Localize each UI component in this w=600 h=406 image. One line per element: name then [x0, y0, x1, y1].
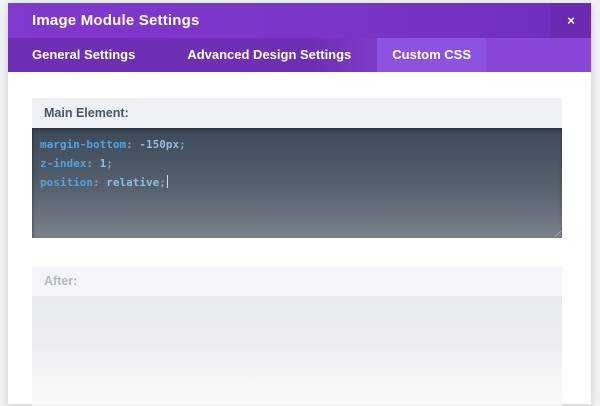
- tab-custom-css[interactable]: Custom CSS: [377, 38, 487, 72]
- after-option: After:: [32, 266, 562, 406]
- text-cursor: [166, 175, 168, 188]
- page-background: Image Module Settings × General Settings…: [0, 0, 600, 406]
- resize-handle-icon[interactable]: [552, 228, 561, 237]
- main-element-label: Main Element:: [32, 98, 562, 128]
- main-element-css-input[interactable]: margin-bottom: -150px; z-index: 1; positio…: [32, 128, 562, 238]
- tab-advanced-design-settings[interactable]: Advanced Design Settings: [161, 38, 377, 72]
- modal-content: Main Element: margin-bottom: -150px; z-in…: [8, 72, 591, 406]
- after-label: After:: [32, 266, 562, 296]
- main-element-option: Main Element: margin-bottom: -150px; z-in…: [32, 98, 562, 238]
- tab-bar: General Settings Advanced Design Setting…: [8, 38, 591, 72]
- after-css-input[interactable]: [32, 296, 562, 406]
- modal-header: Image Module Settings ×: [8, 3, 591, 38]
- tab-general-settings[interactable]: General Settings: [8, 38, 161, 72]
- image-module-settings-modal: Image Module Settings × General Settings…: [8, 3, 591, 406]
- modal-title: Image Module Settings: [32, 12, 200, 29]
- close-icon: ×: [567, 13, 575, 28]
- close-button[interactable]: ×: [551, 3, 591, 38]
- css-code: margin-bottom: -150px; z-index: 1; positio…: [40, 138, 186, 189]
